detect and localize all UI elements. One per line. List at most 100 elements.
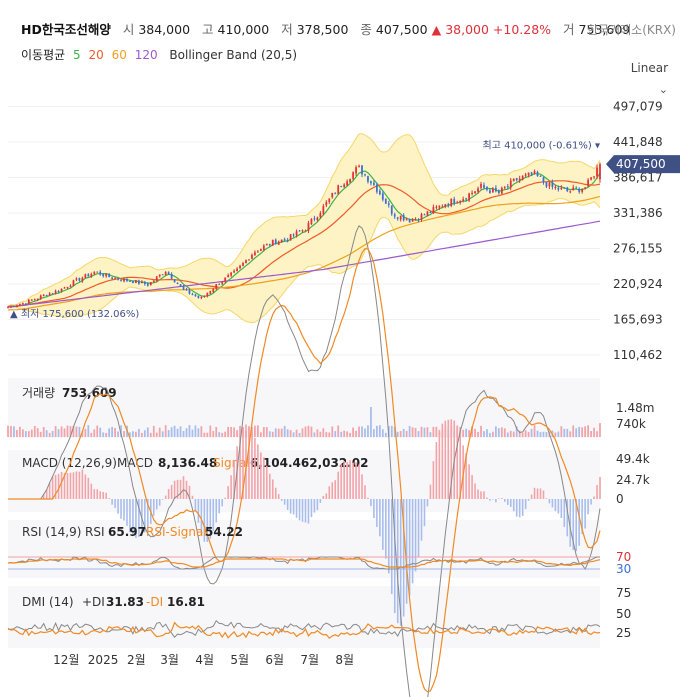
macd-histogram-bar bbox=[316, 499, 319, 511]
macd-histogram-bar bbox=[456, 428, 459, 499]
macd-series-name: MACD bbox=[117, 456, 153, 470]
macd-histogram-bar bbox=[542, 490, 545, 499]
volume-bar bbox=[188, 425, 191, 437]
macd-histogram-bar bbox=[304, 499, 307, 523]
volume-bar bbox=[10, 426, 12, 437]
macd-histogram-bar bbox=[266, 465, 268, 499]
macd-histogram-bar bbox=[152, 499, 155, 516]
candle bbox=[69, 285, 72, 287]
candle bbox=[179, 284, 182, 287]
candle bbox=[138, 280, 140, 284]
macd-histogram-bar bbox=[554, 499, 557, 512]
x-tick-label: 6월 bbox=[265, 653, 284, 667]
volume-bar bbox=[432, 426, 435, 437]
volume-bar bbox=[367, 425, 369, 437]
macd-histogram-bar bbox=[438, 429, 441, 499]
macd-histogram-bar bbox=[179, 479, 182, 499]
macd-histogram-bar bbox=[218, 499, 221, 514]
volume-bar bbox=[408, 425, 411, 437]
candle bbox=[417, 219, 420, 221]
candle bbox=[268, 244, 271, 246]
candle bbox=[212, 288, 215, 292]
candle bbox=[99, 271, 102, 275]
candle bbox=[239, 265, 241, 269]
volume-bar bbox=[420, 426, 423, 437]
macd-histogram-bar bbox=[75, 471, 78, 499]
candle bbox=[10, 305, 12, 307]
candle bbox=[254, 252, 256, 256]
candle bbox=[399, 215, 402, 220]
volume-bar bbox=[492, 431, 494, 437]
volume-bar bbox=[158, 427, 161, 437]
volume-bar bbox=[331, 426, 334, 437]
macd-histogram-bar bbox=[170, 484, 173, 499]
candle bbox=[152, 280, 155, 282]
candle bbox=[132, 281, 134, 284]
volume-bar bbox=[108, 428, 111, 437]
candle bbox=[274, 239, 277, 245]
candle bbox=[435, 206, 438, 208]
candle bbox=[438, 205, 441, 208]
volume-bar bbox=[170, 427, 173, 437]
candle bbox=[483, 184, 485, 188]
macd-histogram-bar bbox=[173, 480, 176, 499]
volume-bar bbox=[102, 432, 105, 437]
volume-bar bbox=[381, 429, 384, 437]
macd-histogram-bar bbox=[518, 499, 521, 518]
macd-histogram-bar bbox=[230, 475, 232, 499]
macd-histogram-bar bbox=[87, 477, 90, 499]
rsi-series-name: RSI bbox=[85, 525, 105, 539]
candle bbox=[352, 172, 354, 179]
candle bbox=[310, 218, 313, 225]
candle bbox=[423, 214, 426, 216]
macd-histogram-bar bbox=[105, 492, 107, 499]
volume-bar bbox=[497, 428, 500, 437]
macd-histogram-bar bbox=[432, 461, 435, 499]
chart-canvas[interactable]: 110,462165,693220,924276,155331,386386,6… bbox=[0, 0, 680, 697]
candle bbox=[54, 290, 57, 294]
macd-tick: 0 bbox=[616, 492, 624, 506]
volume-bar bbox=[295, 429, 298, 437]
candle bbox=[286, 239, 289, 241]
volume-bar bbox=[575, 428, 578, 437]
macd-histogram-bar bbox=[117, 499, 119, 514]
macd-histogram-bar bbox=[387, 499, 390, 574]
macd-histogram-bar bbox=[325, 493, 328, 499]
candle bbox=[117, 278, 119, 280]
candle bbox=[563, 187, 566, 189]
candle bbox=[325, 202, 328, 206]
volume-bar bbox=[54, 426, 57, 437]
price-tick-label: 110,462 bbox=[613, 348, 663, 362]
macd-histogram-bar bbox=[93, 489, 96, 499]
volume-bar bbox=[572, 425, 575, 437]
candle bbox=[7, 306, 9, 308]
volume-bar bbox=[36, 428, 39, 437]
price-tick-label: 441,848 bbox=[613, 135, 663, 149]
volume-bar bbox=[399, 431, 402, 437]
macd-histogram-bar bbox=[376, 499, 378, 527]
macd-histogram-bar bbox=[301, 499, 304, 522]
macd-histogram-bar bbox=[441, 423, 444, 499]
macd-histogram-bar bbox=[194, 499, 197, 511]
bollinger-band-area bbox=[8, 133, 600, 323]
candle bbox=[289, 234, 292, 241]
macd-histogram-bar bbox=[509, 499, 512, 507]
macd-histogram-bar bbox=[536, 488, 539, 499]
macd-tick: 49.4k bbox=[616, 452, 650, 466]
volume-bar bbox=[33, 425, 36, 437]
macd-histogram-bar bbox=[72, 472, 75, 499]
volume-bar bbox=[259, 432, 262, 437]
macd-histogram-bar bbox=[599, 476, 601, 499]
volume-bar bbox=[132, 431, 134, 437]
candle bbox=[349, 179, 351, 183]
candle bbox=[292, 234, 295, 236]
x-tick-label: 7월 bbox=[300, 653, 319, 667]
macd-histogram-bar bbox=[322, 495, 325, 499]
macd-histogram-bar bbox=[560, 499, 563, 519]
volume-bar bbox=[375, 425, 378, 437]
volume-bar bbox=[581, 427, 584, 437]
candle bbox=[340, 186, 343, 188]
x-tick-label: 3월 bbox=[160, 653, 179, 667]
volume-bar bbox=[173, 425, 176, 437]
macd-histogram-bar bbox=[69, 472, 72, 499]
